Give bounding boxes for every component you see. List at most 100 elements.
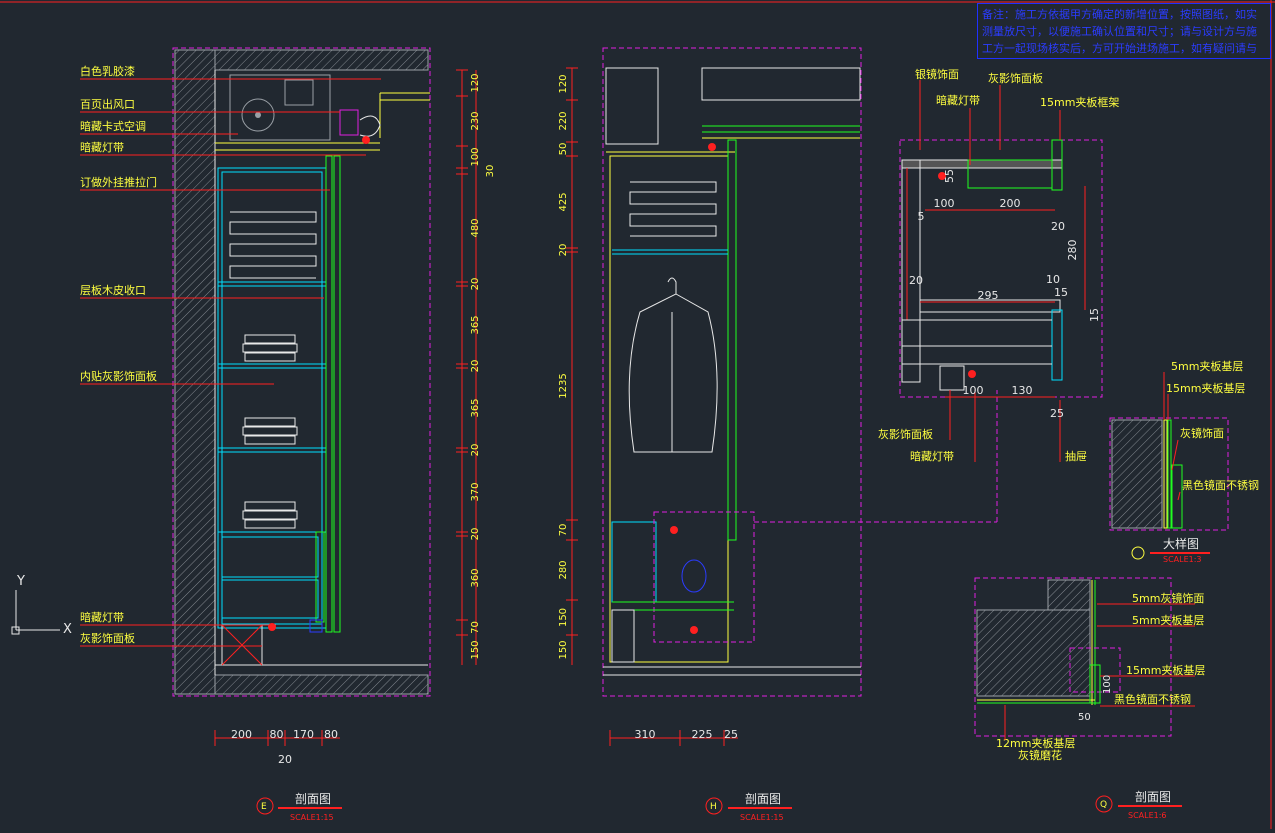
h-title: 剖面图 (745, 792, 781, 806)
detail-top: 银镜饰面 灰影饰面板暗藏灯带 15mm夹板框架灰影饰面板暗藏灯带 抽屉 55100 20… (878, 67, 1119, 463)
section-q-label: 5mm夹板基层 (1132, 613, 1204, 627)
e-title: 剖面图 (295, 792, 331, 806)
ucs-y-label: Y (16, 574, 25, 589)
detail-top-dim: 280 (1066, 240, 1079, 261)
detail-top-dim: 5 (918, 210, 925, 223)
e-label: 层板木皮收口 (80, 283, 146, 297)
detail-large-leader (1177, 491, 1181, 501)
detail-top-dim: 100 (934, 197, 955, 210)
h-hdim: 310 (635, 728, 656, 741)
h-hdim: 25 (724, 728, 738, 741)
e-label: 暗藏灯带 (80, 140, 124, 154)
e-vdim: 120 (470, 73, 481, 92)
e-vdim: 20 (470, 360, 481, 373)
e-hdim: 200 (231, 728, 252, 741)
e-hdim-total: 20 (278, 753, 292, 766)
detail-top-label: 暗藏灯带 (910, 449, 954, 463)
e-vdim: 100 (470, 147, 481, 166)
q-dim-0: 100 (1102, 675, 1113, 694)
dl-title-block: 大样图 SCALE1:3 (1131, 536, 1210, 564)
detail-top-dim: 25 (1050, 407, 1064, 420)
h-hdim: 225 (692, 728, 713, 741)
q-dim-1: 50 (1078, 712, 1091, 723)
e-vdim: 365 (470, 398, 481, 417)
section-q-label: 灰镜磨花 (1018, 748, 1062, 762)
detail-large-label: 5mm夹板基层 (1171, 359, 1243, 373)
detail-large: 5mm夹板基层 15mm夹板基层灰镜饰面黑色镜面不锈钢 大样图 SCALE1:3 (1109, 359, 1259, 564)
e-vdim: 20 (470, 528, 481, 541)
detail-large-label: 灰镜饰面 (1180, 426, 1224, 440)
section-q-label: 5mm灰镜饰面 (1132, 591, 1204, 605)
detail-top-dim: 10 (1046, 273, 1060, 286)
ucs-x-label: X (63, 622, 72, 637)
detail-top-label: 灰影饰面板 (878, 427, 933, 441)
q-scale: SCALE1:6 (1128, 811, 1167, 820)
note-box: 备注：施工方依据甲方确定的新增位置，按照图纸，如实测量放尺寸，以便施工确认位置和… (977, 3, 1271, 59)
e-label: 百页出风口 (80, 97, 135, 111)
detail-top-dim: 20 (909, 274, 923, 287)
section-q-label: 12mm夹板基层 (996, 736, 1075, 750)
detail-top-dim: 20 (1051, 220, 1065, 233)
e-vdim: 365 (470, 315, 481, 334)
dl-scale: SCALE1:3 (1163, 555, 1202, 564)
h-vdim: 20 (558, 244, 569, 257)
e-label: 灰影饰面板 (80, 631, 135, 645)
e-vdim: 370 (470, 482, 481, 501)
dl-title: 大样图 (1163, 536, 1199, 551)
e-label: 内贴灰影饰面板 (80, 369, 157, 383)
detail-top-label: 暗藏灯带 (936, 93, 980, 107)
e-vdim: 20 (470, 278, 481, 291)
detail-top-dim: 15 (1088, 308, 1101, 322)
cad-drawing-canvas[interactable]: Y X 白色乳胶漆 百页出风口 暗藏卡式空调 暗藏灯带 订做外挂推拉门 层板木皮… (0, 0, 1275, 829)
e-label: 白色乳胶漆 (80, 64, 135, 78)
h-title-block: H 剖面图 SCALE1:15 (705, 792, 792, 822)
e-hdim: 170 (293, 728, 314, 741)
section-q-label: 15mm夹板基层 (1126, 663, 1205, 677)
e-vdim: 230 (470, 111, 481, 130)
e-title-block: E 剖面图 SCALE1:15 (256, 792, 342, 822)
e-vdim: 360 (470, 568, 481, 587)
detail-top-dim: 15 (1054, 286, 1068, 299)
h-vdim: 50 (558, 143, 569, 156)
h-vdim: 280 (558, 560, 569, 579)
h-vdim: 150 (558, 608, 569, 627)
h-tag: H (710, 802, 717, 812)
detail-top-dim: 200 (1000, 197, 1021, 210)
ucs-icon: Y X (11, 574, 72, 637)
e-vdim: 70 (470, 621, 481, 634)
section-q: 5mm灰镜饰面 5mm夹板基层 15mm夹板基层黑色镜面不锈钢 12mm夹板基层灰镜磨… (974, 577, 1205, 820)
h-vdim: 120 (558, 74, 569, 93)
e-vdim: 150 (470, 640, 481, 659)
e-hdim: 80 (270, 728, 284, 741)
e-vdim: 480 (470, 218, 481, 237)
h-vdim: 1235 (558, 373, 569, 398)
h-vdim: 70 (558, 524, 569, 537)
e-scale: SCALE1:15 (290, 813, 334, 822)
e-vdim: 30 (485, 165, 496, 178)
detail-top-dim: 130 (1012, 384, 1033, 397)
e-vdim: 20 (470, 444, 481, 457)
detail-large-label: 黑色镜面不锈钢 (1182, 478, 1259, 492)
h-vdim: 425 (558, 192, 569, 211)
e-label: 暗藏灯带 (80, 610, 124, 624)
detail-top-dim: 55 (943, 169, 956, 183)
q-title: 剖面图 (1135, 790, 1171, 804)
cad-drawing: Y X 白色乳胶漆百页出风口暗藏卡式空调暗藏灯带订做外挂推拉门层板木皮收口内贴灰… (0, 0, 1275, 829)
detail-top-label: 银镜饰面 (915, 67, 959, 81)
detail-top-dim: 100 (963, 384, 984, 397)
h-vdim: 220 (558, 111, 569, 130)
q-title-block: Q 剖面图 SCALE1:6 (1095, 790, 1182, 820)
q-tag: Q (1100, 800, 1107, 810)
section-e: 白色乳胶漆百页出风口暗藏卡式空调暗藏灯带订做外挂推拉门层板木皮收口内贴灰影饰面板… (80, 47, 496, 822)
e-hdim: 80 (324, 728, 338, 741)
e-tag: E (261, 802, 267, 812)
detail-large-label: 15mm夹板基层 (1166, 381, 1245, 395)
e-label: 暗藏卡式空调 (80, 119, 146, 133)
detail-top-label: 抽屉 (1065, 449, 1087, 463)
e-label: 订做外挂推拉门 (80, 175, 157, 189)
h-scale: SCALE1:15 (740, 813, 784, 822)
section-q-label: 黑色镜面不锈钢 (1114, 692, 1191, 706)
detail-top-dim: 295 (978, 289, 999, 302)
detail-top-label: 15mm夹板框架 (1040, 95, 1119, 109)
detail-top-label: 灰影饰面板 (988, 71, 1043, 85)
